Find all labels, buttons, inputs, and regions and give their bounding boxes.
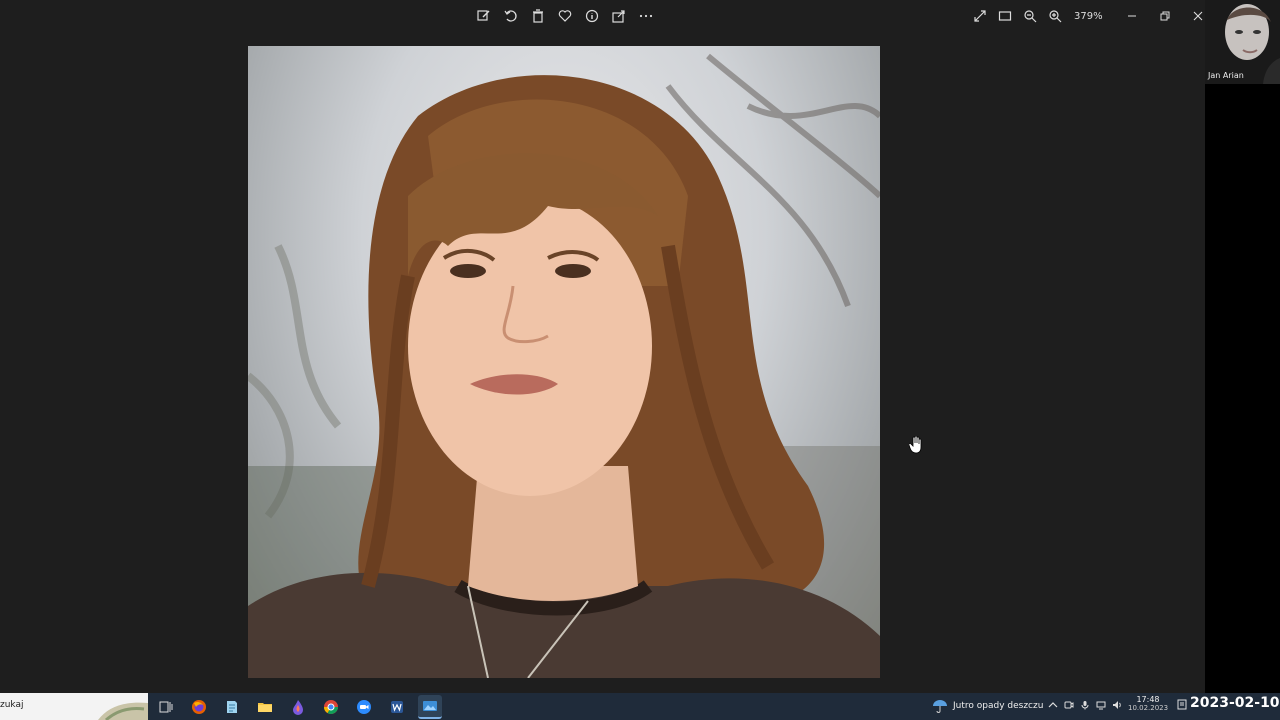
more-button[interactable] bbox=[636, 6, 656, 26]
file-explorer-icon bbox=[258, 703, 272, 712]
portrait-photo bbox=[248, 53, 880, 678]
share-button[interactable] bbox=[609, 6, 629, 26]
favorite-button[interactable] bbox=[555, 6, 575, 26]
flame-app-icon bbox=[293, 700, 303, 715]
minimize-icon bbox=[1127, 15, 1136, 17]
minimize-button[interactable] bbox=[1118, 6, 1146, 26]
chrome-button[interactable] bbox=[319, 695, 343, 719]
more-icon bbox=[639, 14, 653, 18]
microphone-icon[interactable] bbox=[1080, 700, 1090, 710]
zoom-in-button[interactable] bbox=[1045, 6, 1065, 26]
viewer-zoom-controls: 379% bbox=[970, 6, 1212, 26]
search-placeholder: zukaj bbox=[0, 700, 24, 710]
chevron-up-icon[interactable] bbox=[1048, 700, 1058, 710]
photos-app-icon bbox=[423, 701, 437, 711]
weather-widget[interactable]: Jutro opady deszczu bbox=[932, 699, 1043, 713]
fullscreen-button[interactable] bbox=[970, 6, 990, 26]
zoom-in-icon bbox=[1049, 10, 1062, 23]
expand-icon bbox=[974, 10, 986, 22]
share-icon bbox=[612, 10, 625, 23]
task-view-icon bbox=[159, 701, 173, 713]
system-tray bbox=[1048, 700, 1122, 710]
meeting-side-panel bbox=[1205, 0, 1280, 693]
firefox-button[interactable] bbox=[187, 695, 211, 719]
zoom-level: 379% bbox=[1074, 10, 1103, 22]
clock-time: 17:48 bbox=[1136, 695, 1160, 704]
favorite-heart-icon bbox=[558, 10, 572, 22]
delete-button[interactable] bbox=[528, 6, 548, 26]
displayed-photo[interactable] bbox=[248, 46, 880, 678]
notepad-icon bbox=[227, 701, 237, 713]
word-icon bbox=[391, 701, 403, 713]
photo-viewer-window: 379% bbox=[0, 0, 1205, 693]
fit-window-icon bbox=[998, 11, 1012, 21]
edit-icon bbox=[477, 10, 490, 21]
notification-icon[interactable] bbox=[1177, 699, 1187, 711]
video-datestamp-overlay: 2023-02-10 1 bbox=[1190, 695, 1280, 711]
info-button[interactable] bbox=[582, 6, 602, 26]
zoom-out-icon bbox=[1024, 10, 1037, 23]
umbrella-rain-icon bbox=[933, 700, 947, 713]
fit-window-button[interactable] bbox=[995, 6, 1015, 26]
flame-app-button[interactable] bbox=[286, 695, 310, 719]
zoom-out-button[interactable] bbox=[1020, 6, 1040, 26]
meet-now-icon[interactable] bbox=[1064, 700, 1074, 710]
viewer-toolbar bbox=[474, 6, 656, 26]
word-button[interactable] bbox=[385, 695, 409, 719]
rotate-button[interactable] bbox=[501, 6, 521, 26]
taskbar-clock[interactable]: 17:48 10.02.2023 bbox=[1128, 695, 1168, 712]
chrome-icon bbox=[324, 700, 338, 714]
close-icon bbox=[1193, 11, 1202, 21]
participant-name: Jan Arian bbox=[1208, 71, 1244, 80]
restore-button[interactable] bbox=[1151, 6, 1179, 26]
delete-icon bbox=[533, 9, 543, 23]
weather-text: Jutro opady deszczu bbox=[953, 701, 1044, 711]
zoom-app-icon bbox=[357, 700, 371, 714]
restore-icon bbox=[1160, 11, 1170, 21]
rotate-icon bbox=[504, 10, 517, 22]
edit-button[interactable] bbox=[474, 6, 494, 26]
network-icon[interactable] bbox=[1096, 700, 1106, 710]
volume-icon[interactable] bbox=[1112, 700, 1122, 710]
zoom-app-button[interactable] bbox=[352, 695, 376, 719]
file-explorer-button[interactable] bbox=[253, 695, 277, 719]
search-highlight-image bbox=[98, 702, 148, 720]
taskbar-apps bbox=[154, 695, 442, 719]
photos-app-button[interactable] bbox=[418, 695, 442, 719]
firefox-icon bbox=[192, 700, 206, 714]
info-icon bbox=[585, 9, 599, 23]
clock-date: 10.02.2023 bbox=[1128, 704, 1169, 712]
notepad-button[interactable] bbox=[220, 695, 244, 719]
hand-cursor-icon bbox=[909, 436, 922, 454]
task-view-button[interactable] bbox=[154, 695, 178, 719]
